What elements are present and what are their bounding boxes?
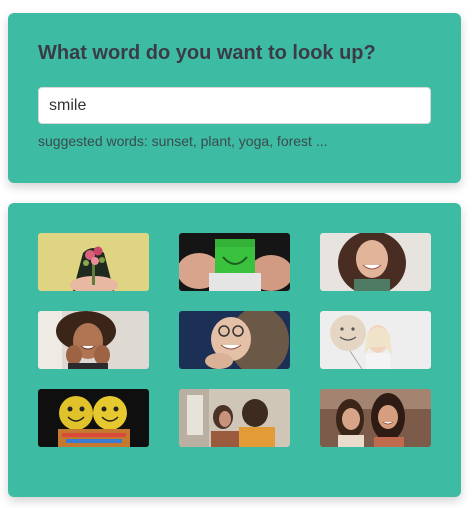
flowers-bouquet-photo[interactable] [38, 233, 149, 291]
image-grid [38, 233, 431, 447]
green-smiley-note-photo[interactable] [179, 233, 290, 291]
smiley-balloon-photo[interactable] [320, 311, 431, 369]
curly-woman-smiling-photo[interactable] [320, 233, 431, 291]
suggested-words: suggested words: sunset, plant, yoga, fo… [38, 133, 328, 149]
search-heading: What word do you want to look up? [38, 42, 376, 64]
results-panel [8, 203, 461, 497]
woman-glasses-smiling-photo[interactable] [179, 311, 290, 369]
search-input[interactable] [38, 87, 431, 124]
two-women-laughing-photo[interactable] [320, 389, 431, 447]
search-panel: What word do you want to look up? sugges… [8, 13, 461, 183]
two-women-talking-photo[interactable] [179, 389, 290, 447]
smiley-figurines-photo[interactable] [38, 389, 149, 447]
woman-hands-on-cheeks-photo[interactable] [38, 311, 149, 369]
